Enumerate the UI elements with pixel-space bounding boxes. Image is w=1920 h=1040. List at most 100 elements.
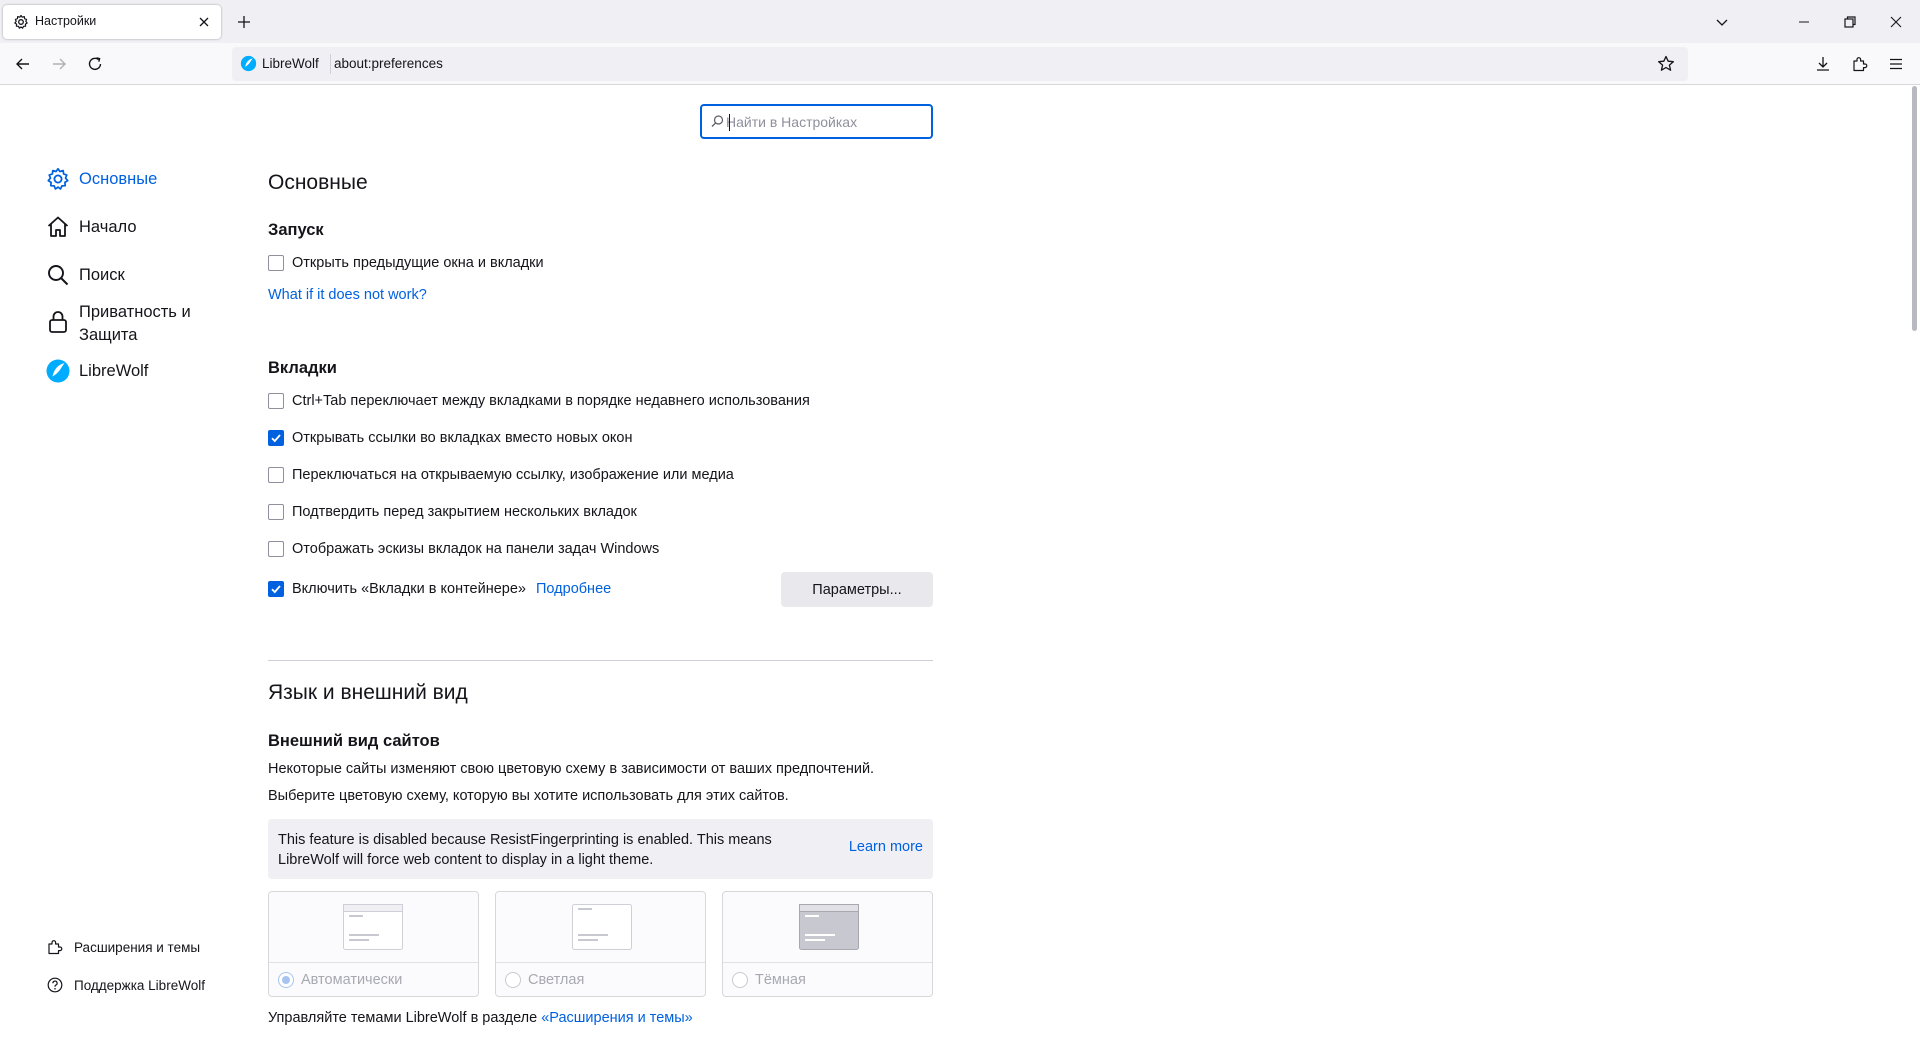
appearance-description-1: Некоторые сайты изменяют свою цветовую с…: [268, 761, 875, 777]
sidebar-item-label: Основные: [79, 170, 158, 188]
scheme-label: Автоматически: [301, 972, 403, 988]
radio-button[interactable]: [505, 972, 521, 988]
librewolf-icon: [240, 55, 257, 72]
reload-button[interactable]: [84, 53, 106, 75]
tabs-heading: Вкладки: [268, 359, 337, 377]
gear-icon: [47, 167, 69, 190]
language-appearance-title: Язык и внешний вид: [268, 681, 468, 704]
checkmark-icon: [271, 585, 281, 594]
scheme-automatic-option[interactable]: Автоматически: [268, 891, 479, 997]
option-divider: [269, 962, 478, 963]
minimize-button[interactable]: [1792, 10, 1816, 34]
ctrl-tab-checkbox[interactable]: Ctrl+Tab переключает между вкладками в п…: [268, 393, 810, 409]
scheme-label: Светлая: [528, 972, 585, 988]
checkbox[interactable]: [268, 504, 284, 520]
sidebar-item-privacy[interactable]: Приватность и Защита: [45, 299, 209, 347]
minimize-icon: [1799, 21, 1809, 23]
rfp-notice-text: This feature is disabled because ResistF…: [278, 832, 772, 868]
home-icon: [47, 216, 69, 237]
radio-button[interactable]: [278, 972, 294, 988]
arrow-right-icon: [53, 58, 66, 70]
startup-heading: Запуск: [268, 221, 324, 239]
page-title: Основные: [268, 171, 368, 194]
website-appearance-heading: Внешний вид сайтов: [268, 732, 440, 750]
sidebar-item-general[interactable]: Основные: [45, 166, 157, 192]
manage-themes-label: Управляйте темами LibreWolf в разделе: [268, 1010, 542, 1026]
checkbox-label: Открывать ссылки во вкладках вместо новы…: [292, 430, 633, 446]
close-icon[interactable]: [195, 13, 213, 31]
librewolf-icon: [46, 359, 70, 383]
lock-icon: [49, 311, 67, 333]
containers-learn-more-link[interactable]: Подробнее: [536, 581, 611, 597]
menu-button[interactable]: [1885, 53, 1907, 75]
rfp-learn-more-link[interactable]: Learn more: [849, 839, 923, 855]
checkmark-icon: [271, 434, 281, 443]
scheme-light-option[interactable]: Светлая: [495, 891, 706, 997]
auto-theme-preview-icon: [343, 904, 403, 950]
sidebar-item-librewolf[interactable]: LibreWolf: [45, 358, 148, 384]
sidebar-item-search[interactable]: Поиск: [45, 262, 125, 288]
search-icon: [48, 265, 69, 286]
rfp-notice: This feature is disabled because ResistF…: [268, 819, 933, 879]
startup-help-link[interactable]: What if it does not work?: [268, 287, 427, 303]
checkbox[interactable]: [268, 467, 284, 483]
close-window-button[interactable]: [1884, 10, 1908, 34]
section-divider: [268, 660, 933, 661]
tab-list-button[interactable]: [1710, 10, 1734, 34]
scheme-label: Тёмная: [755, 972, 806, 988]
sidebar-addons-link[interactable]: Расширения и темы: [46, 938, 200, 956]
sidebar-addons-label: Расширения и темы: [74, 939, 201, 955]
switch-to-new-tab-checkbox[interactable]: Переключаться на открываемую ссылку, изо…: [268, 467, 734, 483]
page-scrollbar[interactable]: [1912, 86, 1917, 331]
restore-button[interactable]: [1838, 10, 1862, 34]
extensions-button[interactable]: [1849, 53, 1871, 75]
manage-themes-link[interactable]: «Расширения и темы»: [541, 1010, 693, 1026]
reload-icon: [88, 57, 102, 70]
container-settings-button[interactable]: Параметры...: [781, 572, 933, 607]
checkbox[interactable]: [268, 581, 284, 597]
checkbox[interactable]: [268, 255, 284, 271]
sidebar-support-link[interactable]: Поддержка LibreWolf: [46, 976, 205, 994]
checkbox[interactable]: [268, 541, 284, 557]
category-sidebar: Основные Начало Поиск Приватность и Защи…: [0, 86, 250, 1040]
forward-button[interactable]: [48, 53, 70, 75]
container-tabs-checkbox[interactable]: Включить «Вкладки в контейнере» Подробне…: [268, 581, 611, 597]
sidebar-item-home[interactable]: Начало: [45, 214, 137, 240]
puzzle-icon: [1853, 57, 1868, 72]
checkbox-label: Переключаться на открываемую ссылку, изо…: [292, 467, 734, 483]
option-divider: [723, 962, 932, 963]
option-divider: [496, 962, 705, 963]
tab-settings[interactable]: Настройки: [3, 5, 221, 39]
appearance-description-2: Выберите цветовую схему, которую вы хоти…: [268, 788, 789, 804]
checkbox[interactable]: [268, 393, 284, 409]
arrow-left-icon: [16, 58, 29, 70]
gear-icon: [14, 14, 28, 29]
checkbox-label: Ctrl+Tab переключает между вкладками в п…: [292, 393, 810, 409]
sidebar-item-label: Приватность и Защита: [79, 303, 191, 344]
light-theme-preview-icon: [572, 904, 632, 950]
sidebar-support-label: Поддержка LibreWolf: [74, 977, 205, 993]
checkbox-label: Включить «Вкладки в контейнере»: [292, 581, 526, 597]
download-icon: [1817, 57, 1829, 71]
open-links-in-tabs-checkbox[interactable]: Открывать ссылки во вкладках вместо новы…: [268, 430, 632, 446]
downloads-button[interactable]: [1812, 53, 1834, 75]
plus-icon[interactable]: [234, 12, 254, 32]
hamburger-icon: [1890, 58, 1902, 70]
preferences-main: Основные Запуск Открыть предыдущие окна …: [268, 0, 933, 1040]
sidebar-item-label: LibreWolf: [79, 362, 149, 380]
star-icon[interactable]: [1656, 54, 1676, 74]
dark-theme-preview-icon: [799, 904, 859, 950]
checkbox-label: Открыть предыдущие окна и вкладки: [292, 255, 544, 271]
scheme-dark-option[interactable]: Тёмная: [722, 891, 933, 997]
warn-on-close-checkbox[interactable]: Подтвердить перед закрытием нескольких в…: [268, 504, 637, 520]
close-icon: [1890, 16, 1902, 28]
sidebar-item-label: Начало: [79, 218, 137, 236]
radio-button[interactable]: [732, 972, 748, 988]
checkbox-label: Подтвердить перед закрытием нескольких в…: [292, 504, 637, 520]
restore-session-checkbox[interactable]: Открыть предыдущие окна и вкладки: [268, 255, 544, 271]
sidebar-item-label: Поиск: [79, 266, 125, 284]
checkbox[interactable]: [268, 430, 284, 446]
manage-themes-text: Управляйте темами LibreWolf в разделе «Р…: [268, 1010, 693, 1026]
taskbar-previews-checkbox[interactable]: Отображать эскизы вкладок на панели зада…: [268, 541, 659, 557]
back-button[interactable]: [12, 53, 34, 75]
